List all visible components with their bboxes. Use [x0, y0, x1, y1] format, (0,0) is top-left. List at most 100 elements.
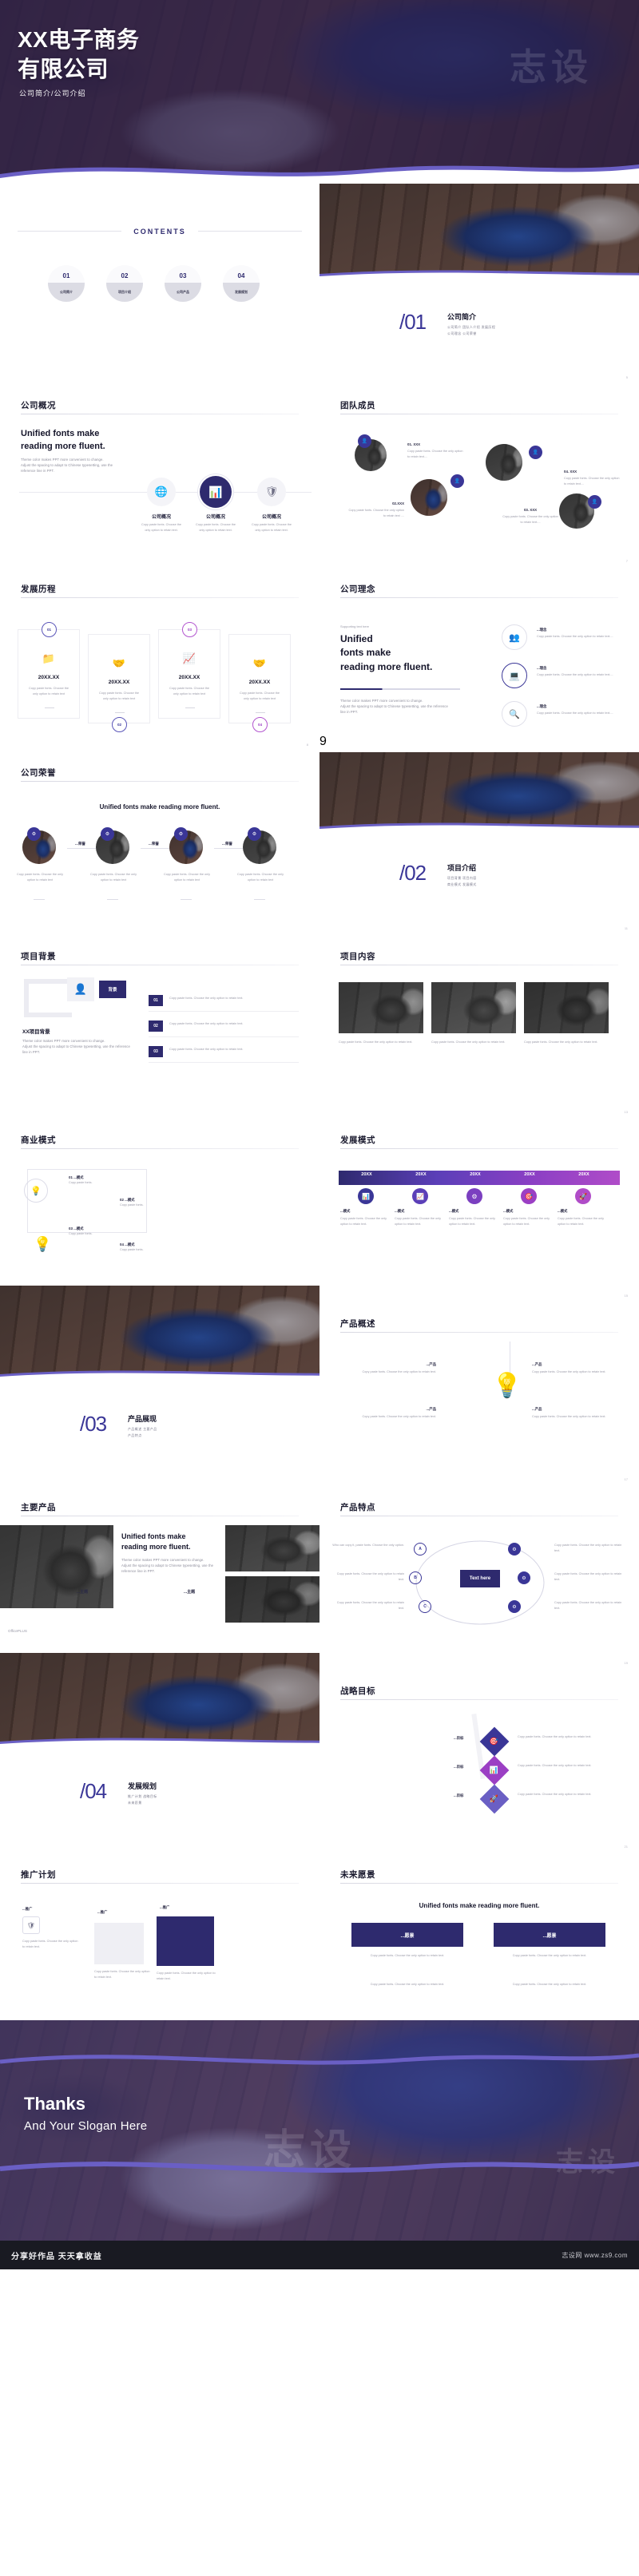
promo-card-2-text: Copy paste fonts. Choose the only option… — [94, 1970, 150, 1979]
devmode-icon-4: 🎯 — [521, 1188, 537, 1204]
philosophy-heading-c: reading more fluent. — [340, 660, 433, 672]
row-business-devmode: 商业模式 💡 01 ...模式 Copy paste fonts. 02 ...… — [0, 1102, 639, 1286]
desk-icon[interactable]: 💻 — [502, 663, 527, 688]
honors-page-number: 8 — [306, 743, 308, 747]
section-divider-04: /04 发展规划 推广计划 战略目标 未来愿景 — [0, 1653, 320, 1837]
team-badge-3[interactable]: 👤 — [529, 446, 542, 459]
section-04-number: /04 — [80, 1779, 107, 1803]
philosophy-body-a: Theme color makes PPT more convenient to… — [340, 699, 423, 703]
philosophy-item-1: ...理念 Copy paste fonts. Choose the only … — [537, 628, 625, 640]
mainprod-body-b: Adjust the spacing to adapt to Chinese t… — [121, 1563, 214, 1568]
mainprod-photo-right-bottom — [225, 1576, 320, 1623]
business-node-1: 01 ...模式 Copy paste fonts. — [69, 1175, 93, 1186]
prodoverview-item-1-text: Copy paste fonts. Choose the only option… — [362, 1370, 436, 1373]
row-history-philosophy: 发展历程 📁 20XX.XX Copy paste fonts. Choose … — [0, 551, 639, 735]
devmode-col-5-text: Copy paste fonts. Choose the only option… — [558, 1217, 605, 1226]
vision-rule — [340, 1883, 618, 1884]
shield-icon[interactable]: 🛡 — [257, 478, 286, 506]
strategy-item-2-label: ...目标 — [454, 1765, 464, 1769]
devmode-col-2-text: Copy paste fonts. Choose the only option… — [395, 1217, 442, 1226]
devmode-col-2-year: 20XX — [415, 1172, 427, 1177]
team-badge-2[interactable]: 👤 — [450, 474, 464, 488]
mainprod-title: 主要产品 — [21, 1503, 56, 1512]
honors-badge-4[interactable]: ⚙ — [248, 827, 261, 841]
company-overview-title: 公司概况 — [21, 401, 56, 410]
philosophy-item-1-label: ...理念 — [537, 628, 547, 632]
slide-history: 发展历程 📁 20XX.XX Copy paste fonts. Choose … — [0, 551, 320, 735]
team-photo-2 — [411, 479, 447, 516]
prodoverview-item-3: ...产品 Copy paste fonts. Choose the only … — [532, 1362, 620, 1375]
globe-icon[interactable]: 🌐 — [147, 478, 176, 506]
devmode-col-4-label: ...模式 — [503, 1209, 514, 1213]
history-step-1-number[interactable]: 01 — [42, 622, 57, 637]
team-member-4-text: Copy paste fonts. Choose the only option… — [564, 477, 620, 485]
history-step-2-number[interactable]: 02 — [112, 717, 127, 732]
honors-badge-3[interactable]: ⚙ — [174, 827, 188, 841]
people-icon[interactable]: 👥 — [502, 624, 527, 650]
team-page-number: 5 — [625, 375, 628, 379]
prodoverview-item-4: ...产品 Copy paste fonts. Choose the only … — [532, 1407, 620, 1420]
business-node-2: 02 ...模式 Copy paste fonts. — [120, 1198, 144, 1208]
devmode-col-1: ...模式 Copy paste fonts. Choose the only … — [340, 1209, 393, 1227]
person-icon: 👤 — [67, 977, 94, 1001]
contents-item-1[interactable]: 01 公司简介 — [48, 265, 85, 302]
section-01-wave — [320, 270, 639, 279]
contents-item-4-label: 发展规划 — [235, 290, 248, 294]
honors-badge-2[interactable]: ⚙ — [101, 827, 114, 841]
content-card-2-text: Copy paste fonts. Choose the only option… — [431, 1040, 506, 1044]
strategy-item-3-text: Copy paste fonts. Choose the only option… — [518, 1793, 592, 1796]
prodoverview-item-2: ...产品 Copy paste fonts. Choose the only … — [340, 1407, 436, 1420]
devmode-icon-2: 📈 — [412, 1188, 428, 1204]
contents-item-4[interactable]: 04 发展规划 — [223, 265, 260, 302]
devmode-icon-3: ⚙ — [466, 1188, 482, 1204]
target-icon-1: 🎯 — [490, 1737, 499, 1746]
honors-badge-1[interactable]: ⚙ — [27, 827, 41, 841]
cover-title-line2: 有限公司 — [18, 56, 109, 81]
prodoverview-item-1: ...产品 Copy paste fonts. Choose the only … — [340, 1362, 436, 1375]
bg-bracket — [24, 979, 72, 1017]
team-badge-1[interactable]: 👤 — [358, 434, 371, 448]
devmode-col-3-label: ...模式 — [449, 1209, 459, 1213]
business-title: 商业模式 — [21, 1135, 56, 1145]
section-03-items-line2: 产品特点 — [128, 1433, 142, 1437]
content-photo-3 — [524, 982, 609, 1033]
history-card-1-dash — [45, 707, 54, 708]
honors-card-1-text: Copy paste fonts. Choose the only option… — [16, 873, 64, 882]
thanks-line1: Thanks — [24, 2094, 86, 2114]
feature-gear-icon-2: ⚙ — [518, 1571, 530, 1584]
history-step-4-number[interactable]: 04 — [252, 717, 268, 732]
folder-icon: 📁 — [42, 652, 56, 664]
history-card-3-text: Copy paste fonts. Choose the only option… — [164, 686, 215, 696]
contents-item-2[interactable]: 02 项目介绍 — [106, 265, 143, 302]
feature-right-3-text: Copy paste fonts. Choose the only option… — [554, 1601, 622, 1610]
strategy-title: 战略目标 — [340, 1686, 375, 1696]
lightbulb-icon[interactable]: 💡 — [24, 1179, 48, 1203]
feature-tag-a: A — [414, 1543, 427, 1556]
contents-item-3[interactable]: 03 公司产品 — [165, 265, 201, 302]
company-overview-card-1: 公司概况 Copy paste fonts. Choose the only o… — [141, 513, 182, 533]
slide-development-mode: 13 发展模式 20XX 20XX 20XX 20XX 20XX 📊 📈 ⚙ 🎯… — [320, 1102, 639, 1286]
bg-row-2-rule — [149, 1036, 299, 1037]
history-card-4-dash — [256, 712, 265, 713]
slide-product-feature: 17 产品特点 Text here A B C Who can copy it,… — [320, 1469, 639, 1653]
honors-connector-1-label: ...荣誉 — [75, 842, 86, 846]
team-member-1: 01. XXX Copy paste fonts. Choose the onl… — [407, 442, 465, 459]
slide-future-vision: 21 未来愿景 Unified fonts make reading more … — [320, 1837, 639, 2020]
chart-bar-icon[interactable]: 📊 — [200, 476, 232, 508]
philosophy-body-b: Adjust the spacing to adapt to Chinese t… — [340, 704, 448, 709]
history-step-3-number[interactable]: 03 — [182, 622, 197, 637]
mainprod-body-c: reference line in PPT. — [121, 1569, 156, 1574]
bg-title: 项目背景 — [21, 952, 56, 961]
section-02-number: /02 — [399, 861, 427, 885]
prodoverview-item-2-text: Copy paste fonts. Choose the only option… — [362, 1415, 436, 1418]
search-icon[interactable]: 🔍 — [502, 701, 527, 727]
section-01-items: 公司简介 团队人介绍 发展历程 公司理念 公司荣誉 — [447, 324, 495, 336]
row-honors-section02: 8 公司荣誉 Unified fonts make reading more f… — [0, 735, 639, 918]
slide-team-members: 5 团队成员 👤 01. XXX Copy paste fonts. Choos… — [320, 367, 639, 551]
team-badge-4[interactable]: 👤 — [588, 495, 601, 509]
bg-subtitle: XX项目背景 — [22, 1029, 50, 1035]
history-card-3-date: 20XX.XX — [178, 675, 200, 680]
devmode-col-4-year: 20XX — [524, 1172, 535, 1177]
footer-site[interactable]: 志设网 www.zs9.com — [562, 2251, 628, 2260]
philosophy-supporting: Supporting text here — [340, 624, 370, 628]
